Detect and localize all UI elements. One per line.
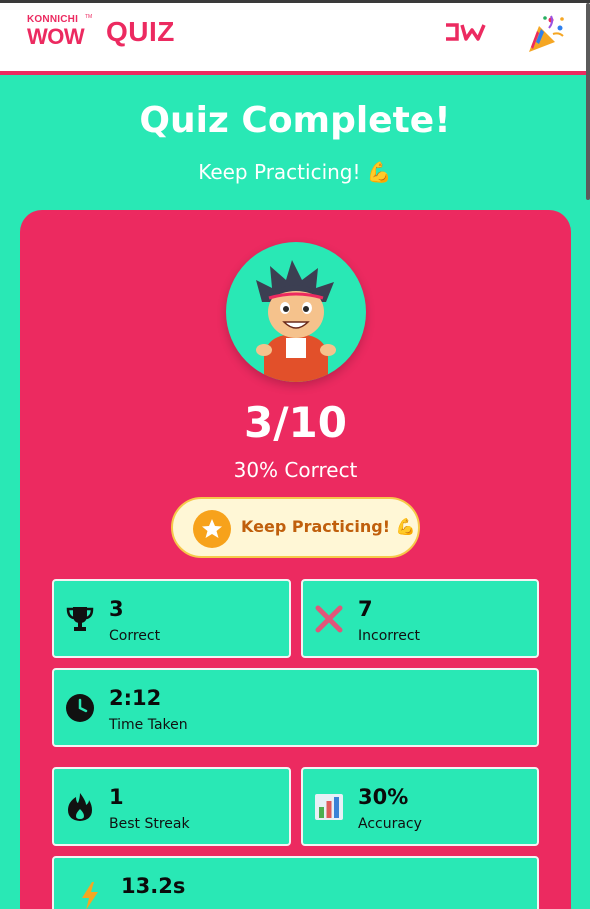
correct-value: 3 bbox=[109, 597, 124, 621]
mascot-illustration bbox=[256, 260, 336, 382]
stat-card-accuracy: 30% Accuracy bbox=[301, 767, 539, 846]
app-header: KONNICHI WOW TM QUIZ bbox=[0, 3, 590, 75]
badge-label: Keep Practicing! 💪 bbox=[241, 517, 416, 536]
streak-label: Best Streak bbox=[109, 816, 190, 832]
bar-chart-icon bbox=[315, 794, 343, 820]
brand-bottom-text: WOW bbox=[27, 24, 85, 49]
stat-card-average-time: 13.2s bbox=[52, 856, 539, 909]
trophy-icon bbox=[66, 607, 94, 631]
star-icon bbox=[193, 510, 231, 548]
brand-tm: TM bbox=[85, 14, 93, 20]
mascot-avatar bbox=[226, 242, 366, 382]
results-card: 3/10 30% Correct Keep Practicing! 💪 3 Co… bbox=[20, 210, 571, 909]
stat-card-incorrect: 7 Incorrect bbox=[301, 579, 539, 658]
completion-message: Keep Practicing! 💪 bbox=[198, 160, 392, 184]
konnichiwow-logo[interactable]: KONNICHI WOW TM bbox=[27, 15, 92, 49]
score-text: 3/10 bbox=[243, 398, 347, 447]
stat-card-streak: 1 Best Streak bbox=[52, 767, 291, 846]
stat-card-time: 2:12 Time Taken bbox=[52, 668, 539, 747]
party-popper-icon[interactable] bbox=[527, 14, 565, 54]
completion-headline: Quiz Complete! bbox=[139, 100, 451, 141]
correct-label: Correct bbox=[109, 628, 161, 644]
time-value: 2:12 bbox=[109, 686, 162, 710]
percent-correct-text: 30% Correct bbox=[233, 458, 358, 482]
average-time-value: 13.2s bbox=[121, 874, 186, 898]
incorrect-value: 7 bbox=[358, 597, 373, 621]
cross-mark-icon bbox=[315, 605, 343, 633]
clock-icon bbox=[66, 694, 94, 722]
performance-badge: Keep Practicing! 💪 bbox=[171, 497, 420, 558]
fire-icon bbox=[68, 793, 92, 821]
page-title: QUIZ bbox=[106, 16, 175, 47]
streak-value: 1 bbox=[109, 785, 124, 809]
lightning-icon bbox=[82, 882, 98, 909]
accuracy-value: 30% bbox=[358, 785, 409, 809]
stat-card-correct: 3 Correct bbox=[52, 579, 291, 658]
incorrect-label: Incorrect bbox=[358, 628, 421, 644]
jw-logo-icon[interactable] bbox=[444, 22, 486, 42]
accuracy-label: Accuracy bbox=[358, 816, 422, 832]
time-label: Time Taken bbox=[109, 717, 188, 733]
